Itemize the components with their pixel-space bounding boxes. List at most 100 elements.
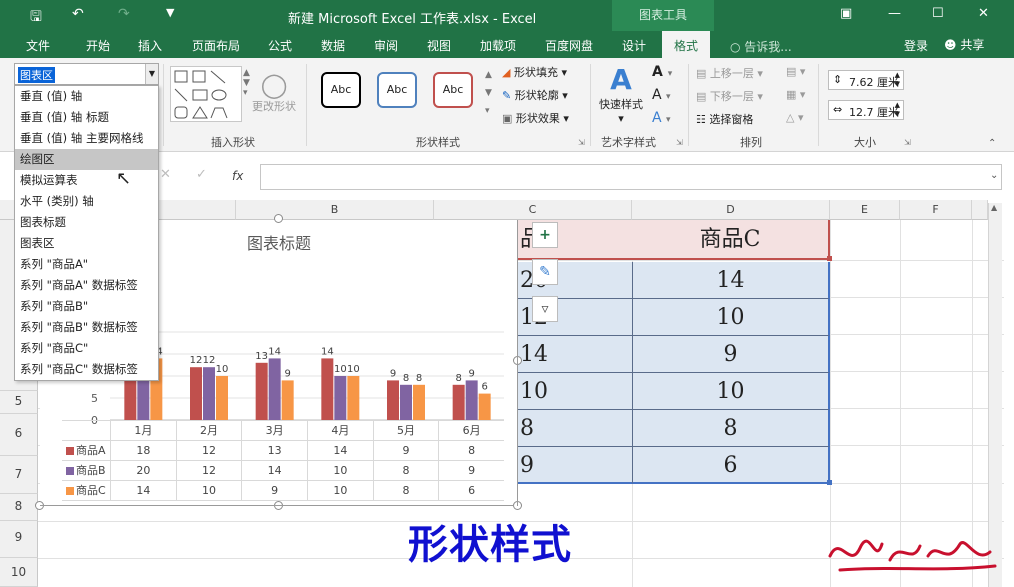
send-backward-button[interactable]: ▤ 下移一层 ▾ [696,88,763,104]
align-icon[interactable]: ▤ ▾ [786,65,805,78]
scroll-up-icon[interactable]: ▲ [991,203,997,212]
dropdown-item[interactable]: 系列 "商品B" 数据标签 [15,317,158,338]
tab-home[interactable]: 开始 [86,37,110,54]
column-header-e[interactable]: E [830,200,900,220]
chart-resize-handle[interactable] [274,214,283,223]
share-button[interactable]: ☻ 共享 [944,36,984,53]
expand-formula-bar-icon[interactable]: ⌄ [990,170,998,181]
table-cell-c[interactable]: 6 [632,447,830,484]
rotate-icon[interactable]: △ ▾ [786,111,803,124]
table-cell-b[interactable]: 9 [518,447,632,484]
dialog-launcher-icon[interactable]: ⇲ [676,138,683,147]
shape-style-red[interactable]: Abc [433,72,473,108]
undo-icon[interactable]: ↶ [72,6,84,22]
table-cell-c[interactable]: 14 [632,262,830,299]
data-label[interactable]: 9 [390,368,396,379]
dropdown-item[interactable]: 系列 "商品C" [15,338,158,359]
dropdown-item[interactable]: 图表区 [15,233,158,254]
shape-style-blue[interactable]: Abc [377,72,417,108]
chart-elements-select[interactable]: 图表区 ▼ [14,63,159,85]
table-cell-c[interactable]: 10 [632,299,830,336]
shapes-gallery[interactable] [170,66,242,122]
dropdown-item[interactable]: 垂直 (值) 轴 [15,86,158,107]
data-label[interactable]: 13 [255,351,268,362]
bar[interactable] [413,384,425,420]
dialog-launcher-icon[interactable]: ⇲ [904,138,911,147]
y-tick-label[interactable]: 5 [91,392,98,405]
tab-format[interactable]: 格式 [662,31,711,58]
maximize-icon[interactable]: ☐ [932,6,944,21]
bar[interactable] [478,393,491,420]
dialog-launcher-icon[interactable]: ⇲ [578,138,585,147]
row-header-8[interactable]: 8 [0,494,38,521]
table-header-c[interactable]: 商品C [632,220,830,260]
chart-elements-dropdown[interactable]: 垂直 (值) 轴垂直 (值) 轴 标题 垂直 (值) 轴 主要网格线 绘图区 模拟运算… [14,85,159,381]
data-label[interactable]: 8 [416,373,422,384]
data-label[interactable]: 14 [268,346,281,357]
data-label[interactable]: 8 [403,373,409,384]
range-handle[interactable] [827,256,832,261]
shape-outline-button[interactable]: ✎ 形状轮廓 ▾ [502,87,568,103]
dropdown-item[interactable]: 系列 "商品C" 数据标签 [15,359,158,380]
row-header-9[interactable]: 9 [0,521,38,558]
redo-icon[interactable]: ↷ [118,6,130,22]
shapes-scroll-icon[interactable]: ▲ ▼ ▾ [243,68,250,98]
cancel-icon[interactable]: ✕ [160,167,171,182]
column-header-b[interactable]: B [236,200,434,220]
bar[interactable] [216,376,228,420]
data-label[interactable]: 12 [203,355,216,366]
dropdown-item[interactable]: 系列 "商品A" [15,254,158,275]
bring-forward-button[interactable]: ▤ 上移一层 ▾ [696,65,763,81]
bar[interactable] [387,380,399,420]
bar[interactable] [347,376,360,420]
data-label[interactable]: 14 [321,346,334,357]
data-label[interactable]: 9 [284,368,290,379]
tab-file[interactable]: 文件 [26,37,50,54]
dropdown-item[interactable]: 垂直 (值) 轴 标题 [15,107,158,128]
formula-input[interactable] [260,164,1002,190]
data-label[interactable]: 8 [455,373,461,384]
dropdown-item[interactable]: 系列 "商品B" [15,296,158,317]
chart-styles-brush-icon[interactable]: ✎ [532,259,558,285]
table-cell-b[interactable]: 8 [518,410,632,447]
tab-review[interactable]: 审阅 [374,37,398,54]
width-field[interactable]: ⇔ 12.7 厘米 ▲ ▼ [828,100,904,120]
tab-formulas[interactable]: 公式 [268,37,292,54]
bar[interactable] [400,384,412,420]
data-label[interactable]: 10 [334,364,347,375]
tab-addins[interactable]: 加载项 [480,37,516,54]
minimize-icon[interactable]: — [888,6,901,21]
chart-filter-icon[interactable]: ▿ [532,296,558,322]
data-label[interactable]: 12 [190,355,203,366]
bar[interactable] [203,367,215,420]
range-handle[interactable] [827,480,832,485]
row-header-10[interactable]: 10 [0,558,38,587]
save-icon[interactable]: 🖫 [30,6,42,30]
column-header-f[interactable]: F [900,200,972,220]
height-spinner-icon[interactable]: ▲ ▼ [895,71,900,89]
height-field[interactable]: ⇕ 7.62 厘米 ▲ ▼ [828,70,904,90]
enter-icon[interactable]: ✓ [196,167,207,182]
change-shape-button[interactable]: ◯ 更改形状 [250,72,298,114]
close-icon[interactable]: ✕ [978,6,989,21]
text-outline-icon[interactable]: A ▾ [652,87,671,103]
fx-icon[interactable]: fx [232,169,243,183]
selection-pane-button[interactable]: ☷ 选择窗格 [696,111,753,127]
bar[interactable] [465,380,478,420]
table-cell-c[interactable]: 10 [632,373,830,410]
width-spinner-icon[interactable]: ▲ ▼ [895,101,900,119]
row-header-5[interactable]: 5 [0,391,38,414]
data-label[interactable]: 9 [468,368,474,379]
bar[interactable] [452,384,465,420]
dropdown-item[interactable]: 模拟运算表 [15,170,158,191]
tell-me-box[interactable]: ○ 告诉我... [730,38,792,55]
tab-data[interactable]: 数据 [321,37,345,54]
column-header-g[interactable] [972,200,988,220]
tab-design[interactable]: 设计 [622,37,646,54]
dropdown-item[interactable]: 垂直 (值) 轴 主要网格线 [15,128,158,149]
row-header-7[interactable]: 7 [0,456,38,494]
customize-qat-icon[interactable]: ▼ [166,6,174,19]
shape-styles-scroll-icon[interactable]: ▲ ▼ ▾ [485,66,492,120]
data-label[interactable]: 6 [481,382,487,393]
text-fill-icon[interactable]: A ▾ [652,64,672,80]
